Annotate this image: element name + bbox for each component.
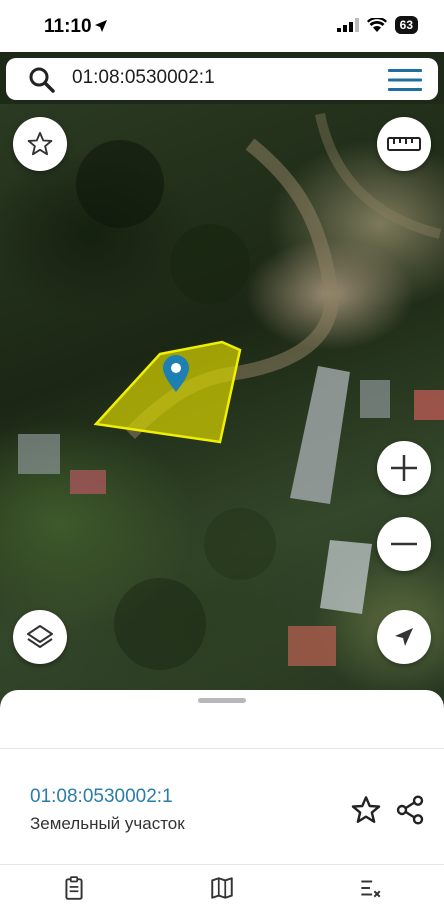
tab-map-icon[interactable] — [209, 875, 235, 901]
zoom-in-button[interactable] — [377, 441, 431, 495]
sheet-drag-handle[interactable] — [198, 698, 246, 703]
parcel-info-sheet[interactable]: 01:08:0530002:1 Земельный участок — [0, 690, 444, 910]
map-features — [18, 113, 444, 670]
parcel-number-link[interactable]: 01:08:0530002:1 — [30, 786, 173, 808]
search-bar[interactable]: 01:08:0530002:1 — [6, 58, 438, 100]
plus-icon — [391, 455, 417, 481]
parcel-type-label: Земельный участок — [30, 814, 185, 833]
land-parcel-outline[interactable] — [93, 340, 242, 444]
favorite-star-icon[interactable] — [350, 794, 382, 826]
bottom-tab-bar — [0, 865, 444, 910]
search-input[interactable]: 01:08:0530002:1 — [72, 67, 215, 89]
tab-objects-icon[interactable] — [61, 875, 87, 901]
minus-icon — [391, 542, 417, 546]
divider — [0, 748, 444, 749]
navigation-arrow-icon — [395, 628, 413, 646]
layers-button[interactable] — [13, 610, 67, 664]
tab-settings-icon[interactable] — [357, 875, 383, 901]
status-bar: 11:10 63 — [0, 0, 444, 52]
star-icon — [27, 131, 53, 156]
favorite-button[interactable] — [13, 117, 67, 171]
status-time: 11:10 — [44, 16, 92, 37]
my-location-button[interactable] — [377, 610, 431, 664]
ruler-icon — [387, 137, 421, 151]
ruler-button[interactable] — [377, 117, 431, 171]
signal-icon — [336, 18, 359, 32]
zoom-out-button[interactable] — [377, 517, 431, 571]
search-icon[interactable] — [28, 66, 56, 94]
location-arrow-icon — [95, 20, 107, 32]
satellite-map[interactable] — [0, 104, 444, 704]
layers-icon — [27, 625, 53, 648]
menu-icon[interactable] — [388, 68, 422, 92]
battery-level: 63 — [394, 16, 418, 34]
status-indicators: 63 — [336, 16, 418, 34]
share-icon[interactable] — [394, 794, 426, 826]
wifi-icon — [366, 18, 387, 32]
